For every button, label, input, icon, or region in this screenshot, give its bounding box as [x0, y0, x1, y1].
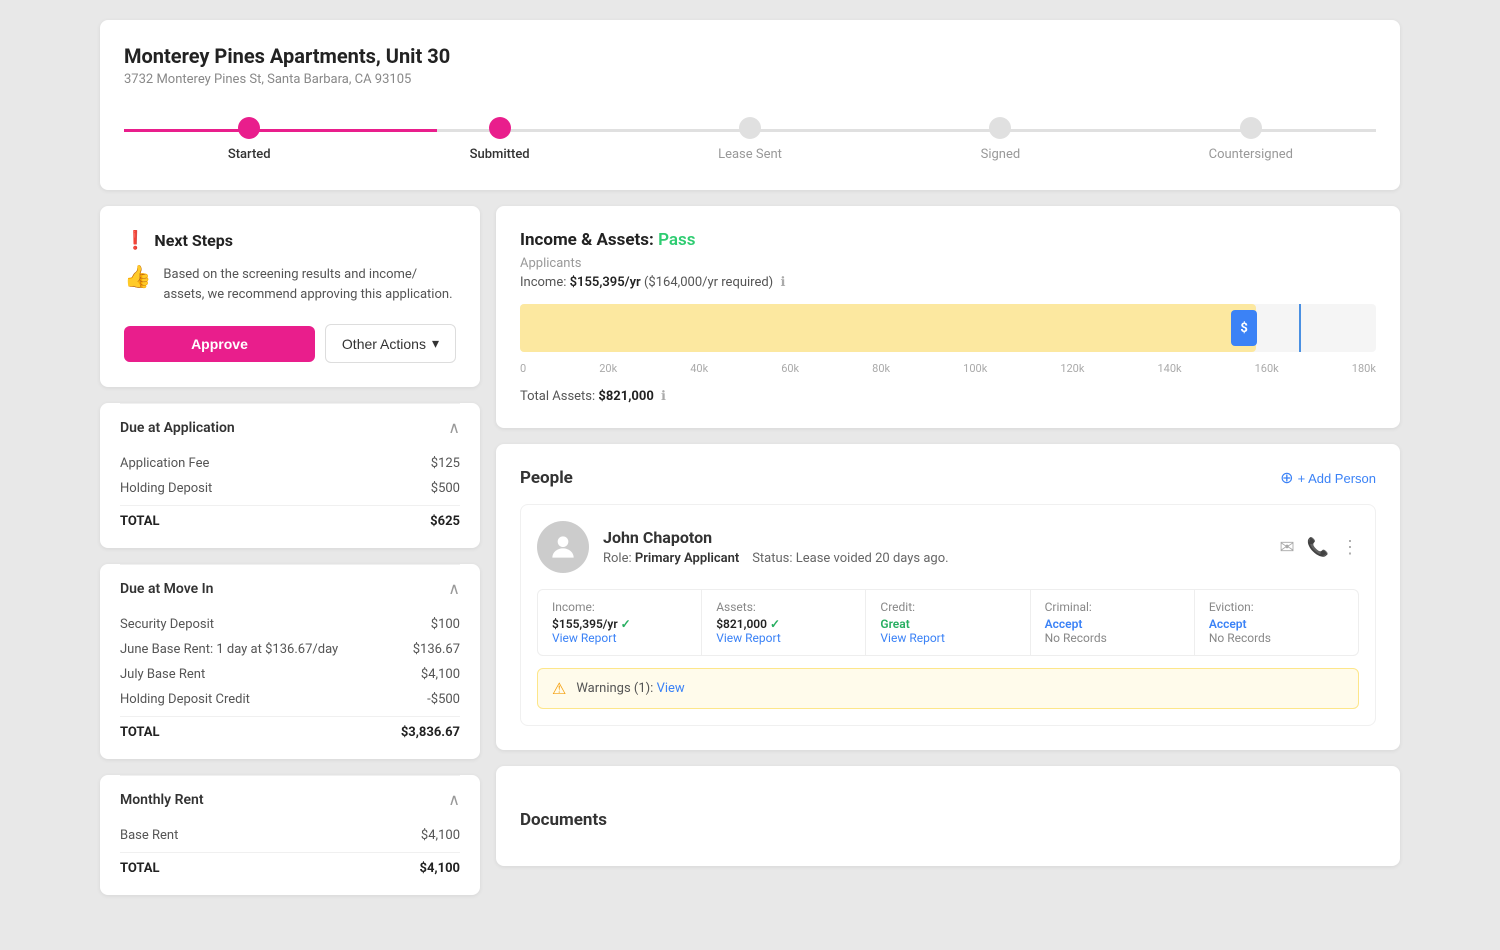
line-item: Holding Deposit $500: [120, 476, 460, 501]
add-person-button[interactable]: ⊕ + Add Person: [1280, 468, 1376, 488]
recommend-icon: 👍: [124, 265, 151, 304]
line-item: July Base Rent $4,100: [120, 662, 460, 687]
step-label-started: Started: [228, 147, 271, 162]
chevron-up-icon: ∧: [448, 418, 460, 437]
other-actions-label: Other Actions: [342, 336, 426, 352]
monthly-rent-items: Base Rent $4,100 TOTAL $4,100: [120, 823, 460, 881]
due-at-application-items: Application Fee $125 Holding Deposit $50…: [120, 451, 460, 534]
person-card: John Chapoton Role: Primary Applicant St…: [520, 504, 1376, 726]
approve-button[interactable]: Approve: [124, 326, 315, 362]
documents-title: Documents: [520, 790, 1376, 842]
step-countersigned: Countersigned: [1126, 117, 1376, 162]
next-steps-description: Based on the screening results and incom…: [163, 265, 456, 304]
step-dot-started: [238, 117, 260, 139]
monthly-rent-title: Monthly Rent: [120, 792, 204, 808]
stats-row: Income: $155,395/yr ✓ View Report Assets…: [537, 589, 1359, 656]
warning-view-link[interactable]: View: [657, 681, 685, 696]
line-item: Security Deposit $100: [120, 612, 460, 637]
line-item: Base Rent $4,100: [120, 823, 460, 848]
property-title: Monterey Pines Apartments, Unit 30: [124, 44, 1376, 68]
phone-icon[interactable]: 📞: [1307, 537, 1329, 558]
monthly-rent-header[interactable]: Monthly Rent ∧: [120, 775, 460, 823]
due-at-application-total: TOTAL $625: [120, 505, 460, 534]
chevron-up-icon-3: ∧: [448, 790, 460, 809]
line-item: Holding Deposit Credit -$500: [120, 687, 460, 712]
income-assets-title: Income & Assets: Pass: [520, 230, 1376, 250]
income-line: Income: $155,395/yr ($164,000/yr require…: [520, 275, 1376, 290]
bar-axis: 0 20k 40k 60k 80k 100k 120k 140k 160k 18…: [520, 362, 1376, 375]
property-address: 3732 Monterey Pines St, Santa Barbara, C…: [124, 72, 1376, 87]
step-dot-signed: [989, 117, 1011, 139]
assets-view-report-link[interactable]: View Report: [716, 631, 851, 645]
credit-view-report-link[interactable]: View Report: [880, 631, 1015, 645]
bar-dollar-icon: $: [1231, 310, 1257, 346]
step-lease-sent: Lease Sent: [625, 117, 875, 162]
monthly-rent-total: TOTAL $4,100: [120, 852, 460, 881]
step-dot-countersigned: [1240, 117, 1262, 139]
chevron-up-icon-2: ∧: [448, 579, 460, 598]
income-bar-chart: $: [520, 304, 1376, 352]
total-assets: Total Assets: $821,000 ℹ: [520, 389, 1376, 404]
warning-text: Warnings (1): View: [576, 681, 684, 696]
step-submitted: Submitted: [374, 117, 624, 162]
applicants-label: Applicants: [520, 256, 1376, 271]
pass-badge: Pass: [658, 230, 695, 250]
step-label-signed: Signed: [981, 147, 1021, 162]
step-label-countersigned: Countersigned: [1209, 147, 1293, 162]
people-title: People: [520, 468, 573, 488]
alert-icon: ❗: [124, 230, 146, 251]
stat-criminal: Criminal: Accept No Records: [1031, 590, 1195, 655]
due-at-application-title: Due at Application: [120, 420, 235, 436]
email-icon[interactable]: ✉: [1279, 537, 1294, 558]
more-options-icon[interactable]: ⋮: [1341, 537, 1359, 558]
person-name: John Chapoton: [603, 528, 1265, 547]
line-item: June Base Rent: 1 day at $136.67/day $13…: [120, 637, 460, 662]
due-at-move-in-title: Due at Move In: [120, 581, 214, 597]
stat-income: Income: $155,395/yr ✓ View Report: [538, 590, 702, 655]
plus-circle-icon: ⊕: [1280, 468, 1293, 488]
due-at-move-in-header[interactable]: Due at Move In ∧: [120, 564, 460, 612]
other-actions-button[interactable]: Other Actions ▾: [325, 324, 456, 363]
step-dot-submitted: [489, 117, 511, 139]
due-at-application-header[interactable]: Due at Application ∧: [120, 403, 460, 451]
due-at-move-in-total: TOTAL $3,836.67: [120, 716, 460, 745]
next-steps-title: Next Steps: [154, 231, 233, 250]
warning-bar: ⚠ Warnings (1): View: [537, 668, 1359, 709]
step-label-lease-sent: Lease Sent: [718, 147, 782, 162]
income-view-report-link[interactable]: View Report: [552, 631, 687, 645]
step-dot-lease-sent: [739, 117, 761, 139]
bar-required-line: [1299, 304, 1301, 352]
step-signed: Signed: [875, 117, 1125, 162]
chevron-down-icon: ▾: [432, 335, 439, 352]
warning-icon: ⚠: [552, 679, 566, 698]
line-item: Application Fee $125: [120, 451, 460, 476]
step-started: Started: [124, 117, 374, 162]
due-at-move-in-items: Security Deposit $100 June Base Rent: 1 …: [120, 612, 460, 745]
avatar: [537, 521, 589, 573]
person-meta: Role: Primary Applicant Status: Lease vo…: [603, 551, 1265, 566]
step-label-submitted: Submitted: [470, 147, 530, 162]
bar-fill: $: [520, 304, 1256, 352]
stat-credit: Credit: Great View Report: [866, 590, 1030, 655]
stat-eviction: Eviction: Accept No Records: [1195, 590, 1358, 655]
stat-assets: Assets: $821,000 ✓ View Report: [702, 590, 866, 655]
